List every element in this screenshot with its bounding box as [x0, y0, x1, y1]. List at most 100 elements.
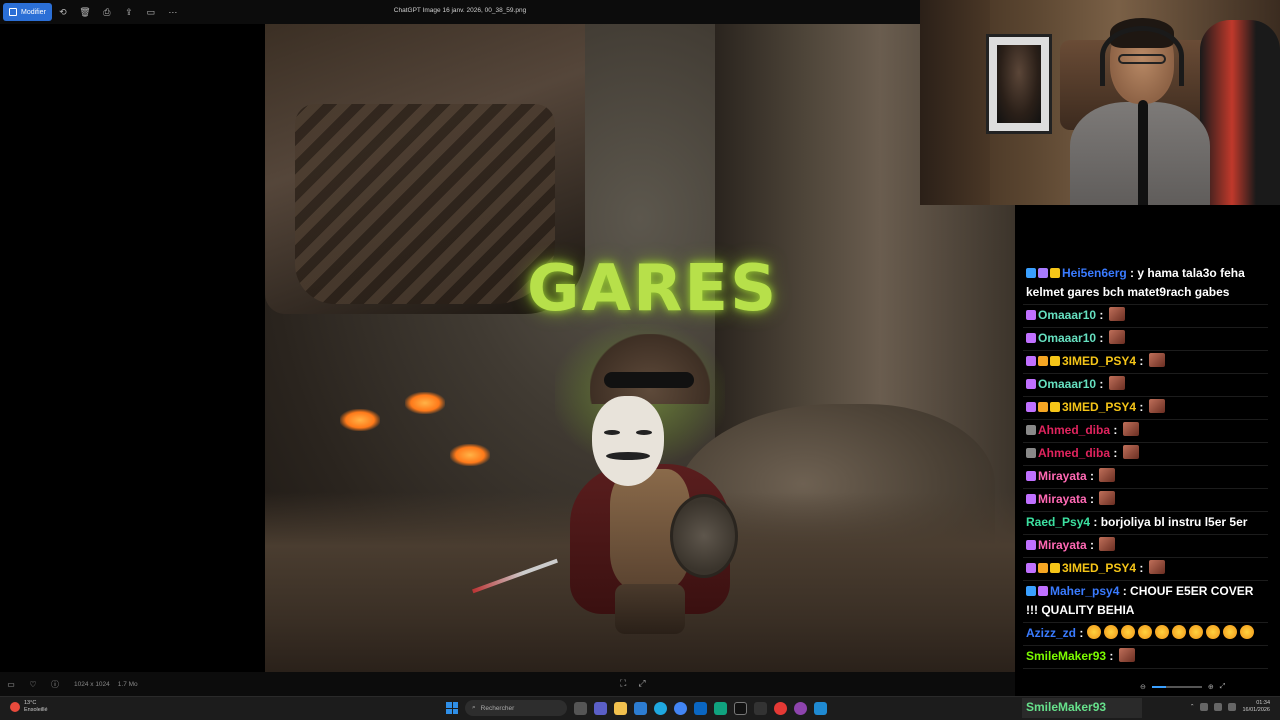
- taskbar-search[interactable]: ⌕ Rechercher: [465, 700, 567, 716]
- chat-username[interactable]: Ahmed_diba: [1038, 446, 1110, 460]
- delete-icon[interactable]: 🗑: [74, 3, 96, 21]
- chat-emote-icon: [1122, 445, 1139, 459]
- microphone: [1138, 100, 1148, 205]
- laughing-emoji-icon: [1103, 625, 1118, 639]
- laughing-emoji-icon: [1239, 625, 1254, 639]
- chat-username[interactable]: 3IMED_PSY4: [1062, 400, 1136, 414]
- chat-username[interactable]: Mirayata: [1038, 492, 1087, 506]
- explorer-icon[interactable]: [614, 701, 627, 715]
- chat-username[interactable]: Raed_Psy4: [1026, 515, 1090, 529]
- chat-emote-icon: [1099, 491, 1116, 505]
- chat-username[interactable]: Mirayata: [1038, 469, 1087, 483]
- badge-icon: [1050, 402, 1060, 412]
- clock-date: 16/01/2026: [1242, 707, 1270, 713]
- store-icon[interactable]: [634, 701, 647, 715]
- badge-icon: [1038, 356, 1048, 366]
- chat-text: :: [1096, 331, 1107, 345]
- chat-username[interactable]: Hei5en6erg: [1062, 266, 1127, 280]
- edit-button[interactable]: Modifier: [3, 3, 52, 21]
- rotate-icon[interactable]: ⟲: [52, 3, 74, 21]
- chat-message: Hei5en6erg : y hama tala3o feha kelmet g…: [1023, 263, 1268, 305]
- laughing-emoji-icon: [1222, 625, 1237, 639]
- chat-message: 3IMED_PSY4 :: [1023, 558, 1268, 581]
- favorite-icon[interactable]: ♡: [22, 680, 44, 689]
- edge-icon[interactable]: [654, 701, 667, 715]
- network-icon[interactable]: [1214, 703, 1223, 711]
- fullscreen-icon[interactable]: ⤢: [638, 678, 645, 689]
- zoom-in-icon[interactable]: ⊕: [1208, 683, 1214, 691]
- chat-emote-icon: [1099, 468, 1116, 482]
- photos-icon[interactable]: [814, 701, 827, 715]
- zoom-out-icon[interactable]: ⊖: [1140, 683, 1146, 691]
- badge-icon: [1050, 356, 1060, 366]
- chrome-icon[interactable]: [674, 701, 687, 715]
- tool-icon[interactable]: [754, 701, 767, 715]
- webcam-overlay: [920, 0, 1280, 205]
- anonymous-mask: [592, 396, 664, 486]
- chat-username[interactable]: Omaaar10: [1038, 377, 1096, 391]
- chat-username[interactable]: 3IMED_PSY4: [1062, 561, 1136, 575]
- edit-label: Modifier: [21, 8, 46, 16]
- share-icon[interactable]: ⇪: [118, 3, 140, 21]
- app-icon[interactable]: [694, 701, 707, 715]
- filmstrip-icon[interactable]: ▭: [0, 680, 22, 689]
- image-dimensions: 1024 x 1024: [74, 680, 110, 688]
- shield: [670, 494, 738, 578]
- chat-username[interactable]: Ahmed_diba: [1038, 423, 1110, 437]
- laughing-emoji-icon: [1171, 625, 1186, 639]
- tray-icon[interactable]: [1200, 703, 1209, 711]
- zoom-slider[interactable]: [1151, 686, 1202, 688]
- badge-icon: [1038, 268, 1048, 278]
- chat-username[interactable]: Omaaar10: [1038, 308, 1096, 322]
- badge-icon: [1038, 563, 1048, 573]
- badge-icon: [1026, 356, 1036, 366]
- chat-message: Ahmed_diba :: [1023, 420, 1268, 443]
- chat-text: :: [1136, 400, 1147, 414]
- volume-icon[interactable]: [1228, 703, 1237, 711]
- chat-username[interactable]: Maher_psy4: [1050, 584, 1119, 598]
- chat-username[interactable]: Azizz_zd: [1026, 626, 1076, 640]
- teams-icon[interactable]: [594, 701, 607, 715]
- chat-username[interactable]: Mirayata: [1038, 538, 1087, 552]
- edit-icon: [9, 8, 17, 16]
- chat-message: Omaaar10 :: [1023, 374, 1268, 397]
- badge-icon: [1026, 333, 1036, 343]
- info-icon[interactable]: ⓘ: [44, 679, 66, 690]
- chat-username[interactable]: Omaaar10: [1038, 331, 1096, 345]
- taskview-icon[interactable]: [574, 701, 587, 715]
- chat-message: Maher_psy4 : CHOUF E5ER COVER !!! QUALIT…: [1023, 581, 1268, 623]
- epic-icon[interactable]: [734, 701, 747, 715]
- chat-message: Omaaar10 :: [1023, 305, 1268, 328]
- weather-widget[interactable]: 13°C Ensoleillé: [10, 700, 48, 714]
- weather-temp: 13°C: [24, 700, 37, 706]
- clock[interactable]: 01:34 16/01/2026: [1242, 700, 1270, 714]
- chat-username[interactable]: 3IMED_PSY4: [1062, 354, 1136, 368]
- more-icon[interactable]: ⋯: [162, 3, 184, 21]
- artwork-text: GARES: [527, 252, 779, 326]
- expand-icon[interactable]: ⤢: [1220, 683, 1226, 691]
- artwork-image: GARES: [265, 24, 1015, 672]
- badge-icon: [1050, 268, 1060, 278]
- zoom-controls: ⊖ ⊕ ⤢: [1140, 683, 1225, 691]
- chat-message: Mirayata :: [1023, 535, 1268, 558]
- info-icon[interactable]: ▭: [140, 3, 162, 21]
- chevron-up-icon[interactable]: ⌃: [1190, 704, 1195, 710]
- chat-panel: Hei5en6erg : y hama tala3o feha kelmet g…: [1015, 205, 1280, 672]
- chat-list: Hei5en6erg : y hama tala3o feha kelmet g…: [1023, 263, 1268, 669]
- viewer-statusbar: ▭ ♡ ⓘ 1024 x 1024 1.7 Mo ⛶ ⤢: [0, 672, 1015, 696]
- badge-icon: [1026, 494, 1036, 504]
- chat-message: Mirayata :: [1023, 489, 1268, 512]
- start-icon[interactable]: [446, 702, 458, 714]
- print-icon[interactable]: ⎙: [96, 3, 118, 21]
- chat-text: :: [1096, 308, 1107, 322]
- chat-message: Ahmed_diba :: [1023, 443, 1268, 466]
- search-icon: ⌕: [472, 704, 476, 711]
- chat-text: :: [1086, 492, 1098, 506]
- badge-icon: [1026, 425, 1036, 435]
- obs-icon[interactable]: [794, 701, 807, 715]
- chat-username[interactable]: SmileMaker93: [1026, 649, 1106, 663]
- chat-message: 3IMED_PSY4 :: [1023, 397, 1268, 420]
- fit-icon[interactable]: ⛶: [620, 678, 626, 689]
- capcut-icon[interactable]: [774, 701, 787, 715]
- chatgpt-icon[interactable]: [714, 701, 727, 715]
